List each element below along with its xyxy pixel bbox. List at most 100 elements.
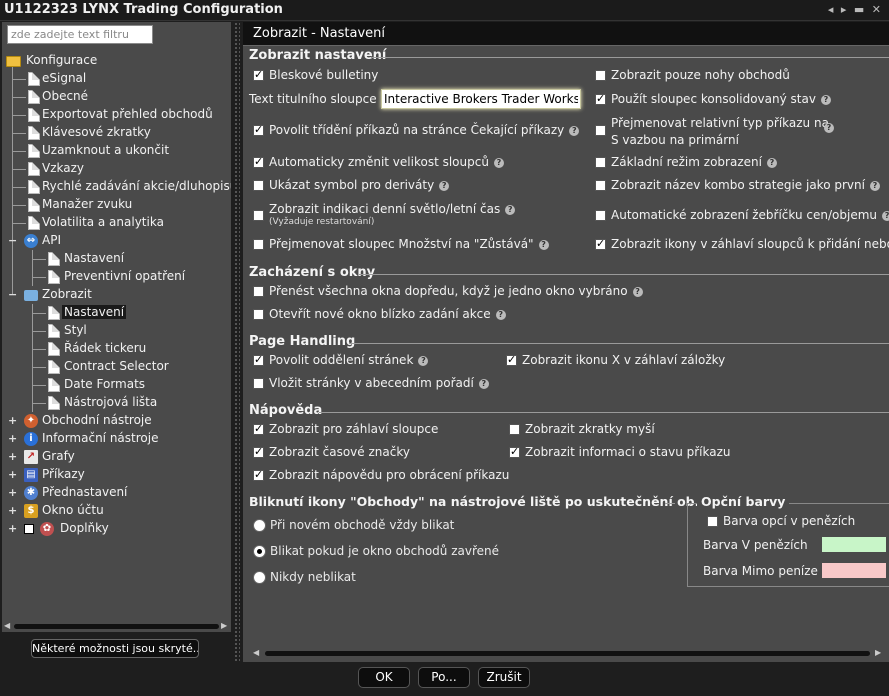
- checkbox-label: Ukázat symbol pro deriváty?: [269, 178, 450, 192]
- radio-button[interactable]: [253, 571, 266, 584]
- radio-button[interactable]: [253, 545, 266, 558]
- help-icon[interactable]: ?: [632, 287, 643, 297]
- help-icon[interactable]: ?: [882, 211, 889, 221]
- tree-item-display-settings[interactable]: Nastavení: [2, 304, 231, 322]
- help-icon[interactable]: ?: [824, 123, 834, 133]
- help-icon[interactable]: ?: [418, 356, 429, 366]
- checkbox[interactable]: [253, 468, 264, 481]
- tree-group-presets[interactable]: + ✱ Přednastavení: [2, 484, 231, 502]
- tree-item-toolbar[interactable]: Nástrojová lišta: [2, 394, 231, 412]
- tree-group-addons[interactable]: + ✿ Doplňky: [2, 520, 231, 538]
- tree-group-zobrazit[interactable]: − Zobrazit: [2, 286, 231, 304]
- tree-item-obecne[interactable]: Obecné: [2, 88, 231, 106]
- scroll-left-icon[interactable]: ◀: [253, 648, 259, 657]
- tree-item-api-precautions[interactable]: Preventivní opatření: [2, 268, 231, 286]
- tree-group-trading-tools[interactable]: + ✦ Obchodní nástroje: [2, 412, 231, 430]
- checkbox[interactable]: [253, 239, 264, 250]
- panel-splitter[interactable]: [234, 22, 240, 662]
- help-icon[interactable]: ?: [766, 158, 777, 168]
- apply-button[interactable]: Po...: [418, 667, 470, 688]
- checkbox[interactable]: [595, 92, 606, 105]
- help-icon[interactable]: ?: [439, 181, 450, 191]
- checkbox[interactable]: [253, 445, 264, 458]
- tree-label: Obecné: [42, 89, 89, 103]
- otm-color-swatch[interactable]: [822, 563, 886, 578]
- help-icon[interactable]: ?: [495, 310, 506, 320]
- checkbox[interactable]: [595, 237, 606, 250]
- help-icon[interactable]: ?: [569, 126, 580, 136]
- help-icon[interactable]: ?: [505, 205, 516, 215]
- expand-icon[interactable]: +: [8, 505, 17, 516]
- tree-item-api-settings[interactable]: Nastavení: [2, 250, 231, 268]
- checkbox[interactable]: [253, 353, 264, 366]
- checkbox[interactable]: [595, 210, 606, 221]
- tree-group-info-tools[interactable]: + i Informační nástroje: [2, 430, 231, 448]
- expand-icon[interactable]: +: [8, 451, 17, 462]
- tree-item-sound[interactable]: Manažer zvuku: [2, 196, 231, 214]
- tree-item-export[interactable]: Exportovat přehled obchodů: [2, 106, 231, 124]
- scroll-right-icon[interactable]: ▶: [875, 648, 881, 657]
- config-tree: Konfigurace eSignal Obecné Exportovat př…: [2, 52, 231, 538]
- collapse-icon[interactable]: −: [8, 289, 17, 300]
- settings-horizontal-scrollbar[interactable]: ◀ ▶: [253, 648, 883, 658]
- title-column-input[interactable]: [381, 89, 581, 109]
- tree-item-lock-exit[interactable]: Uzamknout a ukončit: [2, 142, 231, 160]
- expand-icon[interactable]: +: [8, 487, 17, 498]
- checkbox[interactable]: [707, 516, 718, 527]
- help-icon[interactable]: ?: [820, 95, 831, 105]
- tree-group-orders[interactable]: + ▤ Příkazy: [2, 466, 231, 484]
- scroll-thumb[interactable]: [14, 624, 219, 629]
- radio-label: Při novém obchodě vždy blikat: [270, 518, 455, 532]
- help-icon[interactable]: ?: [869, 181, 880, 191]
- expand-icon[interactable]: +: [8, 433, 17, 444]
- scroll-thumb[interactable]: [265, 651, 870, 656]
- tree-horizontal-scrollbar[interactable]: ◀ ▶: [2, 621, 231, 631]
- checkbox[interactable]: [253, 210, 264, 221]
- tree-group-account-window[interactable]: + $ Okno účtu: [2, 502, 231, 520]
- radio-button[interactable]: [253, 519, 266, 532]
- checkbox[interactable]: [595, 125, 606, 136]
- checkbox[interactable]: [595, 180, 606, 191]
- checkbox[interactable]: [253, 378, 264, 389]
- checkbox[interactable]: [595, 157, 606, 168]
- tree-item-date-formats[interactable]: Date Formats: [2, 376, 231, 394]
- checkbox[interactable]: [253, 422, 264, 435]
- tree-item-volatility[interactable]: Volatilita a analytika: [2, 214, 231, 232]
- window-controls[interactable]: ◂ ▸ ▬ ✕: [828, 3, 883, 16]
- itm-color-swatch[interactable]: [822, 537, 886, 552]
- cancel-button[interactable]: Zrušit: [478, 667, 530, 688]
- help-icon[interactable]: ?: [478, 379, 489, 389]
- document-icon: [48, 324, 60, 338]
- checkbox[interactable]: [253, 309, 264, 320]
- expand-icon[interactable]: +: [8, 415, 17, 426]
- tree-item-esignal[interactable]: eSignal: [2, 70, 231, 88]
- scroll-right-icon[interactable]: ▶: [221, 621, 227, 630]
- checkbox[interactable]: [253, 68, 264, 81]
- checkbox[interactable]: [509, 445, 520, 458]
- help-icon[interactable]: ?: [538, 240, 549, 250]
- tree-item-quick-entry[interactable]: Rychlé zadávání akcie/dluhopisu: [2, 178, 231, 196]
- tree-item-style[interactable]: Styl: [2, 322, 231, 340]
- filter-input[interactable]: [7, 25, 153, 44]
- tree-root-konfigurace[interactable]: Konfigurace: [2, 52, 231, 70]
- tree-item-contract-selector[interactable]: Contract Selector: [2, 358, 231, 376]
- checkbox[interactable]: [253, 155, 264, 168]
- checkbox[interactable]: [506, 353, 517, 366]
- help-icon[interactable]: ?: [493, 158, 504, 168]
- tree-item-ticker-row[interactable]: Řádek tickeru: [2, 340, 231, 358]
- checkbox[interactable]: [253, 180, 264, 191]
- expand-icon[interactable]: +: [8, 523, 17, 534]
- tree-group-api[interactable]: − ⇔ API: [2, 232, 231, 250]
- checkbox[interactable]: [253, 123, 264, 136]
- tree-group-charts[interactable]: + ↗ Grafy: [2, 448, 231, 466]
- collapse-icon[interactable]: −: [8, 235, 17, 246]
- hidden-options-button[interactable]: Některé možnosti jsou skryté...: [31, 639, 199, 658]
- tree-item-shortcuts[interactable]: Klávesové zkratky: [2, 124, 231, 142]
- checkbox[interactable]: [509, 424, 520, 435]
- scroll-left-icon[interactable]: ◀: [4, 621, 10, 630]
- checkbox[interactable]: [253, 286, 264, 297]
- checkbox[interactable]: [595, 70, 606, 81]
- ok-button[interactable]: OK: [358, 667, 410, 688]
- expand-icon[interactable]: +: [8, 469, 17, 480]
- tree-item-messages[interactable]: Vzkazy: [2, 160, 231, 178]
